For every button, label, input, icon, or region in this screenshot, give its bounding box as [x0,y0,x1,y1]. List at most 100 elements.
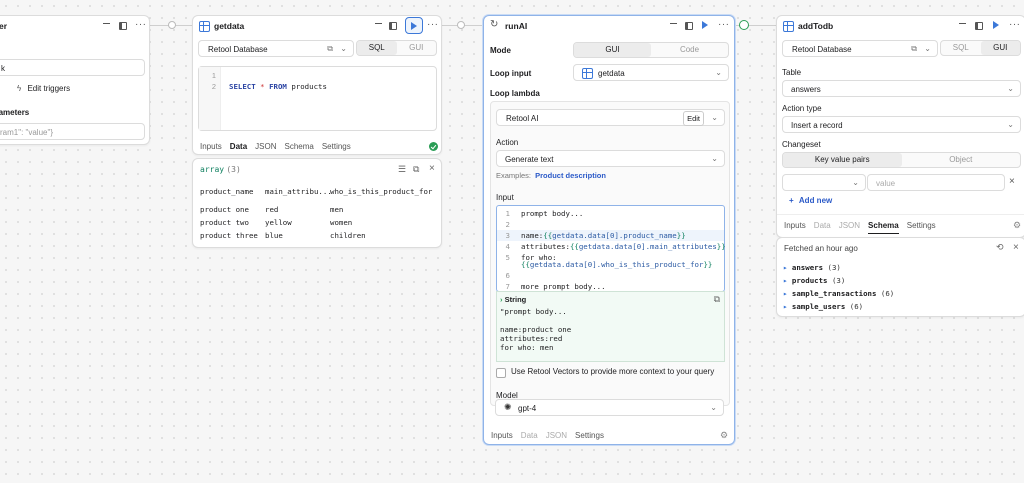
ai-resource-select[interactable]: Retool AI Edit ⌄ [496,109,725,126]
tab-json[interactable]: JSON [839,221,860,234]
more-icon[interactable]: ··· [718,19,730,30]
data-preview-panel: array (3) ☰ ⧉ × product_name main_attrib… [192,158,442,248]
settings-gear-icon[interactable]: ⚙ [1013,220,1021,231]
minimize-icon[interactable] [375,23,382,25]
tab-inputs[interactable]: Inputs [784,221,806,234]
sidebar-toggle-icon[interactable] [685,22,693,30]
more-icon[interactable]: ··· [427,19,439,30]
connector-node[interactable] [457,21,465,29]
add-new-button[interactable]: + Add new [789,196,832,205]
schema-table-item[interactable]: ▸ answers (3) [783,263,841,272]
model-select[interactable]: ✺ gpt-4 ⌄ [495,399,724,416]
open-external-icon[interactable]: ⧉ [911,44,917,54]
table-cell: blue [265,231,283,240]
tab-inputs[interactable]: Inputs [200,142,222,154]
table-select[interactable]: answers ⌄ [782,80,1021,97]
table-cell: product one [200,205,249,214]
minimize-icon[interactable] [959,23,966,25]
mode-sql-tab[interactable]: SQL [941,41,981,55]
mode-toggle[interactable]: SQL GUI [940,40,1021,56]
remove-row-icon[interactable]: × [1009,176,1015,187]
tab-schema[interactable]: Schema [868,221,899,234]
filter-icon[interactable]: ☰ [398,164,406,175]
input-label: Input [496,193,514,202]
mode-code-tab[interactable]: Code [651,43,728,57]
sidebar-toggle-icon[interactable] [975,22,983,30]
mode-gui-tab[interactable]: GUI [397,41,437,55]
table-cell: product two [200,218,249,227]
panel-title: er [0,21,8,31]
action-label: Action [496,138,519,147]
chevron-right-icon[interactable]: › [500,295,503,304]
changeset-kv-tab[interactable]: Key value pairs [783,153,902,167]
action-select[interactable]: Generate text ⌄ [496,150,725,167]
chevron-down-icon: ⌄ [711,154,718,163]
vectors-label: Use Retool Vectors to provide more conte… [511,367,715,376]
action-type-select[interactable]: Insert a record ⌄ [782,116,1021,133]
minimize-icon[interactable] [103,23,110,25]
schema-table-item[interactable]: ▸ sample_users (6) [783,302,863,311]
sql-editor[interactable]: 1 2 SELECT * FROM products [198,66,437,131]
loop-input-select[interactable]: getdata ⌄ [573,64,729,81]
line-number: 6 [505,271,510,280]
tab-data[interactable]: Data [814,221,831,234]
changeset-toggle[interactable]: Key value pairs Object [782,152,1021,168]
run-query-button[interactable] [993,21,999,29]
examples-link[interactable]: Product description [535,171,606,180]
connector-node[interactable] [168,21,176,29]
trigger-field[interactable]: k [0,59,145,76]
changeset-value-input[interactable]: value [867,174,1005,191]
chevron-right-icon: ▸ [783,276,788,285]
table-cell: women [330,218,353,227]
edit-triggers-button[interactable]: ϟ Edit triggers [17,84,70,93]
tab-settings[interactable]: Settings [322,142,351,154]
loop-lambda-box: Retool AI Edit ⌄ Action Generate text ⌄ … [490,101,730,406]
mode-toggle[interactable]: GUI Code [573,42,729,58]
more-icon[interactable]: ··· [1009,19,1021,30]
tab-json[interactable]: JSON [255,142,276,154]
edit-resource-button[interactable]: Edit [683,111,704,126]
refresh-icon[interactable]: ⟲ [996,242,1004,253]
mode-sql-tab[interactable]: SQL [357,41,397,55]
copy-icon[interactable]: ⧉ [413,164,419,175]
schema-table-item[interactable]: ▸ products (3) [783,276,845,285]
resource-select[interactable]: Retool Database ⧉ ⌄ [198,40,354,57]
tab-json[interactable]: JSON [546,431,567,440]
column-header: main_attribu... [265,187,332,196]
mode-toggle[interactable]: SQL GUI [356,40,437,56]
run-query-button[interactable] [702,21,708,29]
panel-title: runAI [505,21,528,31]
mode-gui-tab[interactable]: GUI [980,41,1020,55]
sidebar-toggle-icon[interactable] [119,22,127,30]
minimize-icon[interactable] [670,23,677,25]
vectors-checkbox[interactable] [496,368,506,378]
parameters-input[interactable]: ram1": "value"} [0,123,145,140]
database-icon [199,21,210,32]
mode-gui-tab[interactable]: GUI [574,43,651,57]
tab-inputs[interactable]: Inputs [491,431,513,440]
close-icon[interactable]: × [1013,242,1019,253]
tab-settings[interactable]: Settings [575,431,604,440]
more-icon[interactable]: ··· [135,19,147,30]
tab-schema[interactable]: Schema [284,142,313,154]
tab-settings[interactable]: Settings [907,221,936,234]
chevron-down-icon: ⌄ [1007,120,1014,129]
changeset-object-tab[interactable]: Object [902,153,1021,167]
close-icon[interactable]: × [429,163,435,174]
tab-data[interactable]: Data [230,142,247,154]
changeset-key-select[interactable]: ⌄ [782,174,866,191]
open-external-icon[interactable]: ⧉ [327,44,333,54]
settings-gear-icon[interactable]: ⚙ [720,430,728,441]
table-cell: yellow [265,218,292,227]
bolt-icon: ϟ [17,84,22,93]
sidebar-toggle-icon[interactable] [389,22,397,30]
loop-input-label: Loop input [490,69,532,78]
connector-node-active[interactable] [739,20,749,30]
prompt-editor[interactable]: 1 2 3 4 5 6 7 prompt body... name:{{getd… [496,205,726,292]
resource-select[interactable]: Retool Database ⧉ ⌄ [782,40,938,57]
tab-data[interactable]: Data [521,431,538,440]
run-query-button[interactable] [405,17,423,34]
schema-table-item[interactable]: ▸ sample_transactions (6) [783,289,894,298]
copy-icon[interactable]: ⧉ [714,294,720,305]
preview-line: name:product one [500,325,572,334]
